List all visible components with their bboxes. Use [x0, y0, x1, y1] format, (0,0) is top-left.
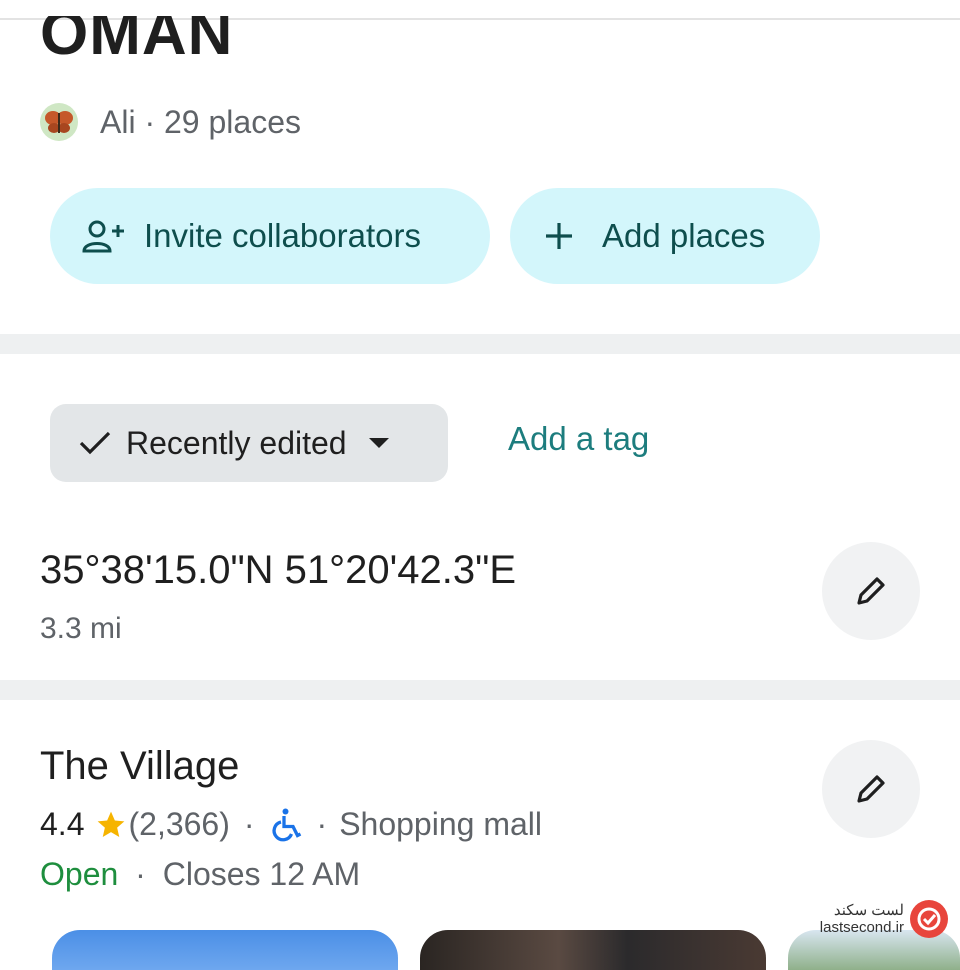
- separator: ·: [135, 856, 146, 892]
- place-photo[interactable]: [52, 930, 398, 970]
- section-divider: [0, 680, 960, 700]
- plus-icon: [546, 223, 572, 249]
- wheelchair-icon: [272, 808, 301, 841]
- butterfly-icon: [45, 111, 73, 133]
- watermark-text: لست سکند lastsecond.ir: [820, 902, 904, 936]
- separator: ·: [243, 806, 255, 842]
- edit-place-2-button[interactable]: [822, 740, 920, 838]
- separator: ·: [144, 103, 156, 140]
- section-divider: [0, 334, 960, 354]
- place-2-hours-row: Open · Closes 12 AM: [40, 856, 360, 893]
- rating-value: 4.4: [40, 806, 85, 842]
- add-tag-link[interactable]: Add a tag: [508, 420, 649, 458]
- list-owner-row: Ali · 29 places: [40, 100, 301, 144]
- review-count[interactable]: (2,366): [128, 806, 229, 843]
- place-2-name[interactable]: The Village: [40, 744, 239, 789]
- avatar[interactable]: [40, 103, 78, 141]
- add-person-icon: [82, 220, 124, 253]
- place-2-rating-row: 4.4 (2,366) · · Shopping mall: [40, 806, 542, 843]
- add-places-label: Add places: [602, 217, 766, 254]
- owner-name[interactable]: Ali: [100, 104, 136, 140]
- invite-collaborators-label: Invite collaborators: [144, 217, 421, 254]
- watermark-text-en: lastsecond.ir: [819, 919, 904, 936]
- place-1-name[interactable]: 35°38'15.0"N 51°20'42.3"E: [40, 548, 516, 593]
- pencil-icon: [857, 577, 885, 605]
- closing-time: Closes 12 AM: [162, 856, 361, 892]
- invite-collaborators-button[interactable]: Invite collaborators: [50, 188, 490, 284]
- owner-and-count: Ali · 29 places: [100, 104, 301, 141]
- separator: ·: [316, 806, 328, 842]
- sort-filter-chip[interactable]: Recently edited: [50, 404, 448, 482]
- place-count: 29 places: [164, 103, 301, 140]
- add-places-button[interactable]: Add places: [510, 188, 820, 284]
- star-icon: [98, 811, 125, 837]
- dropdown-arrow-icon: [368, 438, 389, 448]
- sort-filter-label: Recently edited: [126, 424, 347, 461]
- place-category: Shopping mall: [339, 806, 542, 842]
- edit-place-1-button[interactable]: [822, 542, 920, 640]
- pencil-icon: [857, 775, 885, 803]
- check-icon: [79, 431, 111, 455]
- place-1-distance: 3.3 mi: [40, 612, 122, 645]
- watermark-logo-icon: [910, 900, 948, 938]
- watermark: لست سکند lastsecond.ir: [820, 900, 948, 938]
- place-photo[interactable]: [420, 930, 766, 970]
- open-status: Open: [40, 856, 119, 892]
- watermark-text-fa: لست سکند: [833, 902, 904, 919]
